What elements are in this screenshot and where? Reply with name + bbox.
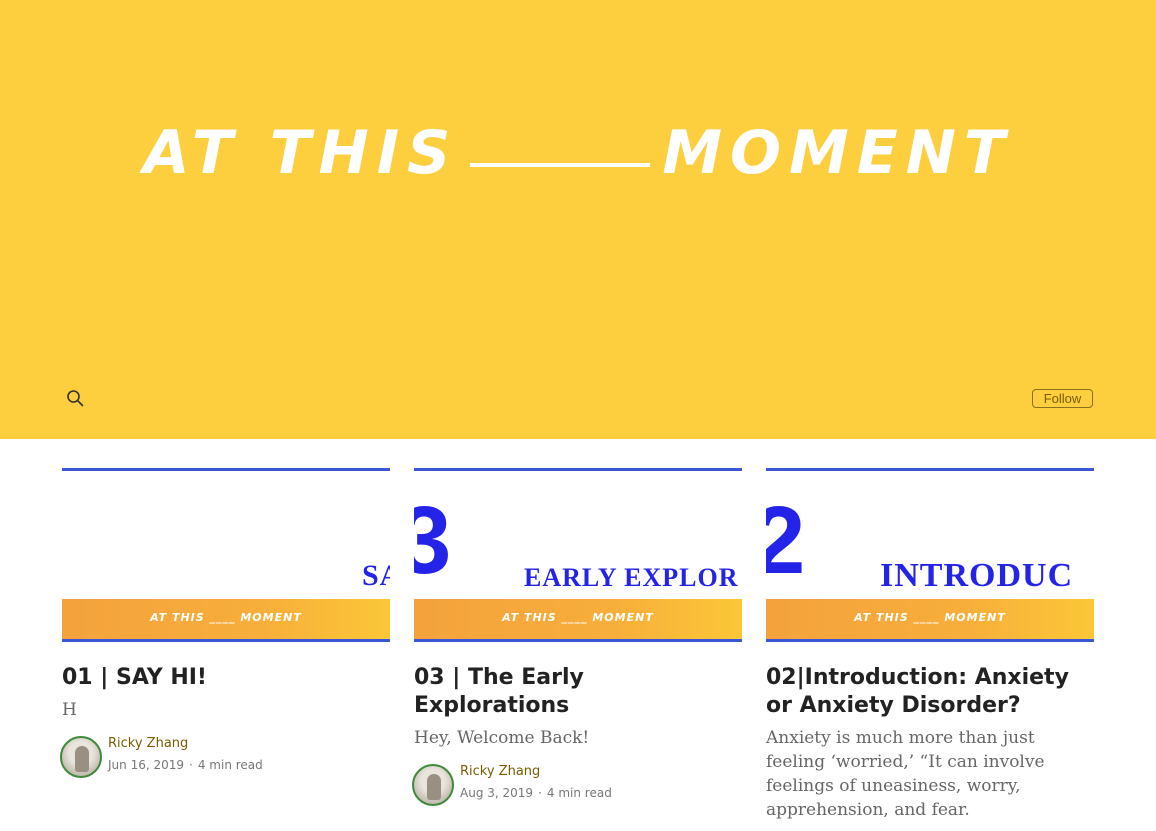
publication-header: AT THIS MOMENT Follow <box>0 0 1156 439</box>
story-thumbnail[interactable]: 3 EARLY EXPLOR AT THIS ____ MOMENT <box>414 468 742 642</box>
story-title[interactable]: 03 | The Early Explorations <box>414 664 742 720</box>
story-subtitle[interactable]: H <box>62 698 390 722</box>
story-subtitle[interactable]: Hey, Welcome Back! <box>414 726 742 750</box>
story-thumbnail[interactable]: 2 INTRODUC AT THIS ____ MOMENT <box>766 468 1094 642</box>
story-meta: Jun 16, 2019 · 4 min read <box>108 758 263 772</box>
title-blank-line <box>470 163 651 167</box>
story-card[interactable]: SA AT THIS ____ MOMENT 01 | SAY HI! H Ri… <box>60 468 390 780</box>
byline: Ricky Zhang Jun 16, 2019 · 4 min read <box>60 736 390 780</box>
publication-title-left: AT THIS <box>143 118 459 188</box>
thumbnail-word: EARLY EXPLOR <box>524 563 739 592</box>
story-card[interactable]: 3 EARLY EXPLOR AT THIS ____ MOMENT 03 | … <box>412 468 742 808</box>
byline: Ricky Zhang Aug 3, 2019 · 4 min read <box>412 764 742 808</box>
thumbnail-band-text: AT THIS ____ MOMENT <box>854 611 1006 624</box>
thumbnail-band-text: AT THIS ____ MOMENT <box>150 611 302 624</box>
avatar-figure <box>427 774 441 800</box>
story-date: Aug 3, 2019 <box>460 786 534 800</box>
author-name[interactable]: Ricky Zhang <box>460 764 540 779</box>
thumbnail-number: 3 <box>414 493 451 589</box>
read-time: 4 min read <box>197 758 263 772</box>
thumbnail-number: 2 <box>766 493 805 589</box>
thumbnail-band-text: AT THIS ____ MOMENT <box>502 611 654 624</box>
publication-title[interactable]: AT THIS MOMENT <box>0 118 1156 188</box>
meta-separator: · <box>538 786 542 800</box>
thumbnail-word: INTRODUC <box>880 557 1074 593</box>
story-title[interactable]: 01 | SAY HI! <box>62 664 390 692</box>
story-card[interactable]: 2 INTRODUC AT THIS ____ MOMENT 02|Introd… <box>766 468 1094 822</box>
avatar[interactable] <box>60 736 102 778</box>
story-title[interactable]: 02|Introduction: Anxiety or Anxiety Diso… <box>766 664 1094 720</box>
story-date: Jun 16, 2019 <box>108 758 185 772</box>
story-thumbnail[interactable]: SA AT THIS ____ MOMENT <box>62 468 390 642</box>
search-icon[interactable] <box>66 389 84 407</box>
avatar-figure <box>75 746 89 772</box>
thumbnail-word: SA <box>362 559 390 592</box>
thumbnail-band: AT THIS ____ MOMENT <box>766 599 1094 639</box>
read-time: 4 min read <box>546 786 612 800</box>
meta-separator: · <box>189 758 193 772</box>
avatar[interactable] <box>412 764 454 806</box>
story-subtitle[interactable]: Anxiety is much more than just feeling ‘… <box>766 726 1076 822</box>
thumbnail-band: AT THIS ____ MOMENT <box>62 599 390 639</box>
thumbnail-band: AT THIS ____ MOMENT <box>414 599 742 639</box>
author-name[interactable]: Ricky Zhang <box>108 736 188 751</box>
publication-title-right: MOMENT <box>662 118 1013 188</box>
story-meta: Aug 3, 2019 · 4 min read <box>460 786 612 800</box>
follow-button[interactable]: Follow <box>1032 389 1093 408</box>
